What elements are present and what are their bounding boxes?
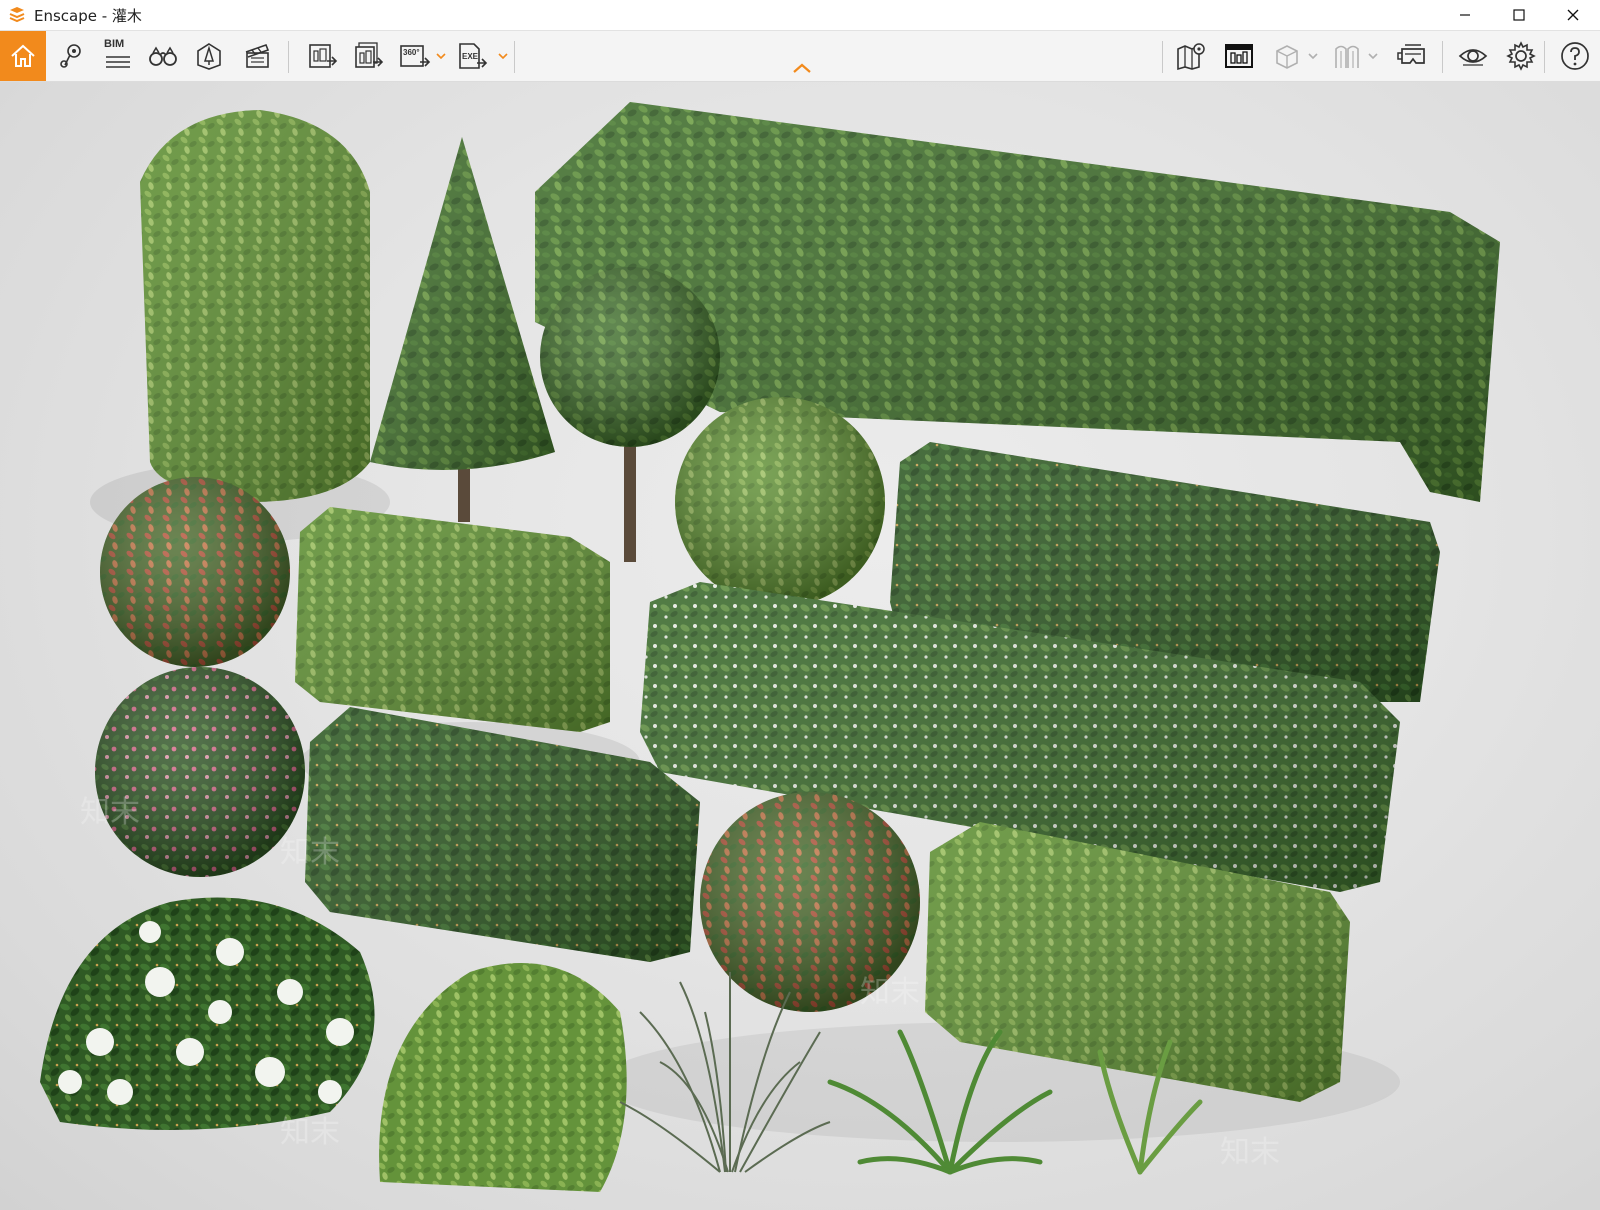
cone-topiary[interactable] (370, 137, 555, 522)
map-icon (1177, 43, 1205, 71)
close-icon (1567, 9, 1579, 21)
chevron-down-icon (1368, 53, 1378, 60)
minimize-button[interactable] (1438, 0, 1492, 30)
vr-headset-button[interactable] (1390, 31, 1436, 81)
svg-text:知末: 知末 (280, 835, 340, 870)
title-bar: Enscape - 灌木 (0, 0, 1600, 30)
binoculars-icon (149, 46, 177, 66)
svg-text:知末: 知末 (1220, 1135, 1280, 1170)
chevron-down-icon (436, 53, 446, 60)
toolbar-separator (1442, 41, 1443, 73)
toolbar-separator (1162, 41, 1163, 73)
binoculars-button[interactable] (140, 31, 186, 81)
vr-dropdown[interactable] (1366, 31, 1380, 81)
bamboo-shrub[interactable] (379, 963, 627, 1192)
gear-icon (1506, 41, 1536, 71)
chevron-down-icon (1308, 53, 1318, 60)
visual-settings-button[interactable] (1450, 31, 1496, 81)
map-button[interactable] (1168, 31, 1214, 81)
asset-library-icon (197, 43, 221, 70)
eye-icon (1458, 49, 1488, 66)
render-image-icon (309, 44, 338, 68)
maximize-icon (1513, 9, 1525, 21)
video-editor-button[interactable] (234, 31, 280, 81)
round-shrub[interactable] (675, 397, 885, 607)
panorama-dropdown[interactable] (434, 31, 448, 81)
batch-render-button[interactable] (346, 31, 392, 81)
clapperboard-icon (245, 43, 270, 68)
close-button[interactable] (1546, 0, 1600, 30)
panorama-icon: 360° (400, 45, 431, 67)
box-icon (1276, 45, 1298, 69)
bim-info-button[interactable] (1216, 31, 1262, 81)
vr-headset-icon (1397, 44, 1425, 64)
pink-flower-shrub[interactable] (95, 667, 305, 877)
bim-label: BIM (104, 38, 125, 50)
render-image-button[interactable] (300, 31, 346, 81)
box-dropdown[interactable] (1306, 31, 1320, 81)
exe-label: EXE (462, 52, 479, 61)
vr-icon (1335, 45, 1359, 68)
home-button[interactable] (0, 31, 46, 81)
home-icon (11, 44, 35, 67)
exe-export-icon: EXE (459, 43, 488, 69)
dark-box-hedge[interactable] (305, 707, 700, 962)
export-exe-dropdown[interactable] (496, 31, 510, 81)
render-viewport[interactable]: 知末 知末 知末 知末 知末 (0, 82, 1600, 1210)
bim-info-icon (1225, 44, 1253, 68)
vr-button[interactable] (1324, 31, 1370, 81)
toolbar-separator (1544, 41, 1545, 73)
box-button[interactable] (1264, 31, 1310, 81)
views-button[interactable] (48, 31, 94, 81)
svg-text:知末: 知末 (860, 975, 920, 1010)
asset-library-button[interactable] (186, 31, 232, 81)
chevron-down-icon (498, 53, 508, 60)
chevron-up-icon (793, 63, 811, 73)
toolbar-separator (514, 41, 515, 73)
enscape-logo-icon (6, 4, 28, 26)
panorama-label: 360° (403, 48, 420, 57)
panorama-button[interactable]: 360° (392, 31, 438, 81)
box-hedge[interactable] (295, 507, 610, 732)
window-title: Enscape - 灌木 (34, 6, 142, 25)
batch-render-icon (355, 42, 384, 68)
toolbar-separator (288, 41, 289, 73)
map-pin-icon (60, 44, 81, 68)
svg-text:知末: 知末 (80, 795, 140, 830)
shrub-scene: 知末 知末 知末 知末 知末 (40, 102, 1500, 1192)
bim-button[interactable]: BIM (94, 31, 140, 81)
export-exe-button[interactable]: EXE (450, 31, 496, 81)
svg-text:知末: 知末 (280, 1115, 340, 1150)
help-button[interactable] (1552, 31, 1598, 81)
red-tip-ball[interactable] (100, 477, 290, 667)
column-shrub[interactable] (140, 110, 370, 502)
hydrangea-shrub[interactable] (40, 897, 375, 1130)
help-icon (1561, 42, 1589, 70)
collapse-toolbar-button[interactable] (790, 60, 814, 76)
settings-button[interactable] (1498, 31, 1544, 81)
minimize-icon (1460, 14, 1470, 16)
maximize-button[interactable] (1492, 0, 1546, 30)
